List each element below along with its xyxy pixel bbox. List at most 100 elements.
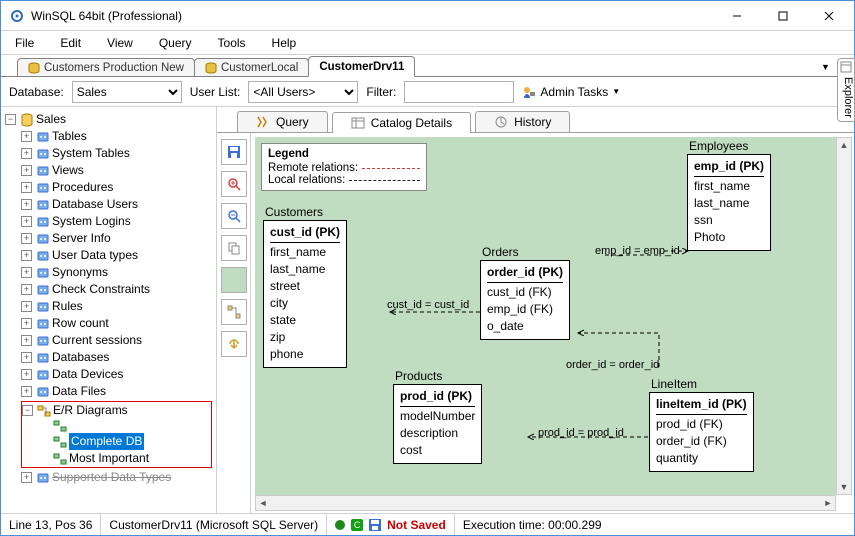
tree-root[interactable]: − Sales: [5, 111, 214, 128]
expand-icon[interactable]: +: [21, 182, 32, 193]
relation-cust: cust_id = cust_id: [387, 299, 469, 311]
explorer-panel-handle[interactable]: Explorer: [837, 58, 855, 122]
tree-er-diagrams[interactable]: −E/R Diagrams: [22, 402, 211, 419]
maximize-button[interactable]: [760, 2, 806, 30]
tree-item[interactable]: +Tables: [21, 128, 214, 145]
tree-diagram-item[interactable]: Complete DB: [38, 433, 211, 450]
save-icon[interactable]: [369, 519, 381, 531]
entity-lineitem[interactable]: LineItem lineItem_id (PK)prod_id (FK)ord…: [649, 377, 754, 472]
tree-item[interactable]: +Current sessions: [21, 332, 214, 349]
entity-column: city: [270, 295, 340, 312]
tool-color[interactable]: [221, 267, 247, 293]
er-diagram-canvas[interactable]: Legend Remote relations: Local relations…: [255, 137, 836, 495]
expand-icon[interactable]: +: [21, 335, 32, 346]
horizontal-scrollbar[interactable]: ◄ ►: [255, 495, 836, 511]
menu-view[interactable]: View: [101, 34, 139, 52]
tree-item[interactable]: +Synonyms: [21, 264, 214, 281]
tree-item[interactable]: +Server Info: [21, 230, 214, 247]
tree-item[interactable]: +Procedures: [21, 179, 214, 196]
tree-item[interactable]: +Rules: [21, 298, 214, 315]
tree-item[interactable]: +Data Files: [21, 383, 214, 400]
tree-item[interactable]: +System Logins: [21, 213, 214, 230]
expand-icon[interactable]: +: [21, 301, 32, 312]
tree-item[interactable]: +System Tables: [21, 145, 214, 162]
tree-item[interactable]: +Row count: [21, 315, 214, 332]
menu-help[interactable]: Help: [266, 34, 303, 52]
tool-zoom-in[interactable]: [221, 171, 247, 197]
minimize-button[interactable]: [714, 2, 760, 30]
tab-dropdown-icon[interactable]: ▼: [821, 62, 830, 72]
expand-icon[interactable]: +: [21, 148, 32, 159]
entity-column: modelNumber: [400, 408, 475, 425]
expand-icon[interactable]: +: [21, 472, 32, 483]
expand-icon[interactable]: +: [21, 386, 32, 397]
folder-icon: [36, 300, 50, 314]
object-tree[interactable]: − Sales +Tables+System Tables+Views+Proc…: [1, 107, 217, 513]
expand-icon[interactable]: +: [21, 284, 32, 295]
database-select[interactable]: Sales: [72, 81, 182, 103]
folder-icon: [36, 283, 50, 297]
userlist-select[interactable]: <All Users>: [248, 81, 358, 103]
tool-export[interactable]: [221, 331, 247, 357]
tab-customer-local[interactable]: CustomerLocal: [194, 58, 309, 77]
tree-item[interactable]: +Database Users: [21, 196, 214, 213]
folder-icon: [36, 317, 50, 331]
collapse-icon[interactable]: −: [5, 114, 16, 125]
tree-item[interactable]: +Data Devices: [21, 366, 214, 383]
folder-icon: [36, 181, 50, 195]
menu-tools[interactable]: Tools: [212, 34, 252, 52]
tree-item[interactable]: +User Data types: [21, 247, 214, 264]
filter-input[interactable]: [404, 81, 514, 103]
tab-customers-production-new[interactable]: Customers Production New: [17, 58, 195, 77]
tool-zoom-out[interactable]: [221, 203, 247, 229]
expand-icon[interactable]: +: [21, 352, 32, 363]
vertical-scrollbar[interactable]: ▲ ▼: [836, 137, 852, 495]
expand-icon[interactable]: +: [21, 233, 32, 244]
query-icon: [256, 115, 270, 129]
commit-icon[interactable]: C: [351, 519, 363, 531]
tree-item[interactable]: +Check Constraints: [21, 281, 214, 298]
scroll-left-icon[interactable]: ◄: [256, 496, 270, 510]
expand-icon[interactable]: +: [21, 216, 32, 227]
tab-catalog-details[interactable]: Catalog Details: [332, 112, 471, 133]
close-button[interactable]: [806, 2, 852, 30]
tree-item[interactable]: +Supported Data Types: [21, 469, 214, 486]
expand-icon[interactable]: +: [21, 369, 32, 380]
userlist-label: User List:: [190, 85, 241, 99]
expand-icon[interactable]: +: [21, 267, 32, 278]
menu-query[interactable]: Query: [153, 34, 198, 52]
scroll-right-icon[interactable]: ►: [821, 496, 835, 510]
scroll-down-icon[interactable]: ▼: [837, 480, 851, 494]
entity-orders[interactable]: Orders order_id (PK)cust_id (FK)emp_id (…: [480, 245, 570, 340]
collapse-icon[interactable]: −: [22, 405, 33, 416]
tab-customer-drv11[interactable]: CustomerDrv11: [308, 56, 415, 77]
expand-icon[interactable]: +: [21, 250, 32, 261]
tab-history[interactable]: History: [475, 111, 570, 132]
entity-products[interactable]: Products prod_id (PK)modelNumberdescript…: [393, 369, 482, 464]
tree-diagram-item[interactable]: [38, 419, 211, 433]
inner-tabstrip: Query Catalog Details History: [217, 107, 854, 133]
tree-item[interactable]: +Views: [21, 162, 214, 179]
menu-file[interactable]: File: [9, 34, 40, 52]
tool-relations[interactable]: [221, 299, 247, 325]
legend-local-label: Local relations:: [268, 174, 345, 186]
menu-edit[interactable]: Edit: [54, 34, 87, 52]
admin-tasks-button[interactable]: Admin Tasks ▼: [522, 85, 620, 99]
expand-icon[interactable]: +: [21, 165, 32, 176]
tool-save[interactable]: [221, 139, 247, 165]
explorer-icon: [840, 61, 852, 73]
tree-item[interactable]: +Databases: [21, 349, 214, 366]
tree-diagram-item[interactable]: Most Important: [38, 450, 211, 467]
tool-copy[interactable]: [221, 235, 247, 261]
scroll-up-icon[interactable]: ▲: [837, 138, 851, 152]
window-title: WinSQL 64bit (Professional): [31, 9, 714, 23]
expand-icon[interactable]: +: [21, 199, 32, 210]
tab-query[interactable]: Query: [237, 111, 328, 132]
folder-icon: [36, 147, 50, 161]
entity-employees[interactable]: Employees emp_id (PK)first_namelast_name…: [687, 139, 771, 251]
entity-column: ssn: [694, 212, 764, 229]
expand-icon[interactable]: +: [21, 318, 32, 329]
folder-icon: [36, 334, 50, 348]
expand-icon[interactable]: +: [21, 131, 32, 142]
entity-customers[interactable]: Customers cust_id (PK)first_namelast_nam…: [263, 205, 347, 368]
